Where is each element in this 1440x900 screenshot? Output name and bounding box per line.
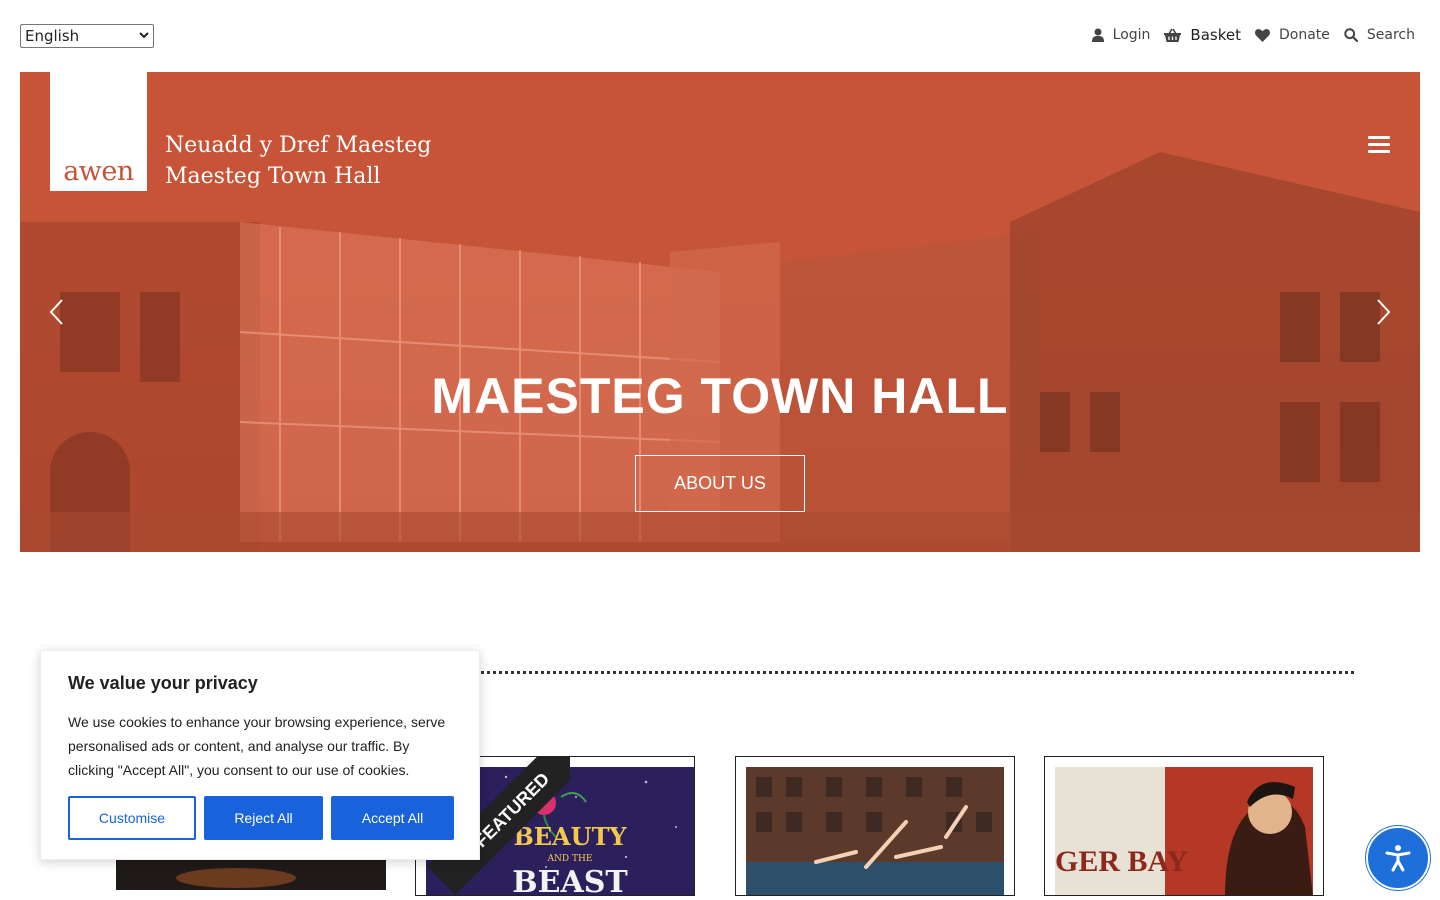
- hero-title: MAESTEG TOWN HALL: [431, 368, 1009, 424]
- user-icon: [1091, 28, 1104, 42]
- event-card-image: [746, 767, 1004, 895]
- chevron-right-icon[interactable]: [1374, 297, 1394, 327]
- event-card-art-text: BEAUTY: [513, 822, 627, 851]
- search-icon: [1344, 28, 1358, 42]
- section-divider: [470, 671, 1354, 674]
- customise-button[interactable]: Customise: [68, 796, 196, 840]
- venue-name[interactable]: Neuadd y Dref Maesteg Maesteg Town Hall: [165, 130, 431, 192]
- cookie-consent-banner: We value your privacy We use cookies to …: [40, 650, 480, 860]
- accept-all-button[interactable]: Accept All: [331, 796, 454, 840]
- language-select-value: English: [25, 27, 80, 45]
- accessibility-icon[interactable]: [1366, 826, 1430, 890]
- event-card[interactable]: GER BAY: [1044, 756, 1324, 896]
- basket-label: Basket: [1190, 26, 1241, 44]
- svg-text:BEAST: BEAST: [512, 865, 628, 896]
- cookie-title: We value your privacy: [68, 673, 258, 693]
- event-card-art-text: GER BAY: [1055, 845, 1188, 878]
- chevron-left-icon[interactable]: [46, 297, 66, 327]
- login-link[interactable]: Login: [1091, 27, 1151, 43]
- basket-icon: [1164, 28, 1182, 42]
- awen-logo[interactable]: awen: [50, 72, 147, 191]
- venue-name-english: Maesteg Town Hall: [165, 164, 381, 189]
- about-us-button[interactable]: ABOUT US: [635, 455, 805, 512]
- chevron-down-icon: [139, 31, 149, 42]
- utility-nav: Login Basket Donate Search: [1078, 26, 1415, 44]
- donate-label: Donate: [1278, 27, 1330, 43]
- language-select[interactable]: English: [20, 24, 154, 48]
- heart-icon: [1255, 28, 1270, 42]
- event-card[interactable]: [735, 756, 1015, 896]
- svg-text:AND THE: AND THE: [547, 854, 593, 864]
- reject-all-button[interactable]: Reject All: [204, 796, 323, 840]
- hero-banner: awen Neuadd y Dref Maesteg Maesteg Town …: [20, 72, 1420, 552]
- hamburger-icon[interactable]: [1368, 136, 1390, 154]
- cookie-body: We use cookies to enhance your browsing …: [68, 714, 446, 778]
- cookie-buttons: Customise Reject All Accept All: [68, 796, 454, 840]
- login-label: Login: [1112, 27, 1151, 43]
- search-link[interactable]: Search: [1344, 27, 1415, 43]
- logo-text: awen: [63, 156, 134, 187]
- search-label: Search: [1366, 27, 1415, 43]
- event-card-image: GER BAY: [1055, 767, 1313, 895]
- top-bar: English Login Basket Donate Search: [0, 0, 1440, 72]
- venue-name-welsh: Neuadd y Dref Maesteg: [165, 133, 432, 158]
- basket-link[interactable]: Basket: [1164, 26, 1241, 44]
- donate-link[interactable]: Donate: [1255, 27, 1330, 43]
